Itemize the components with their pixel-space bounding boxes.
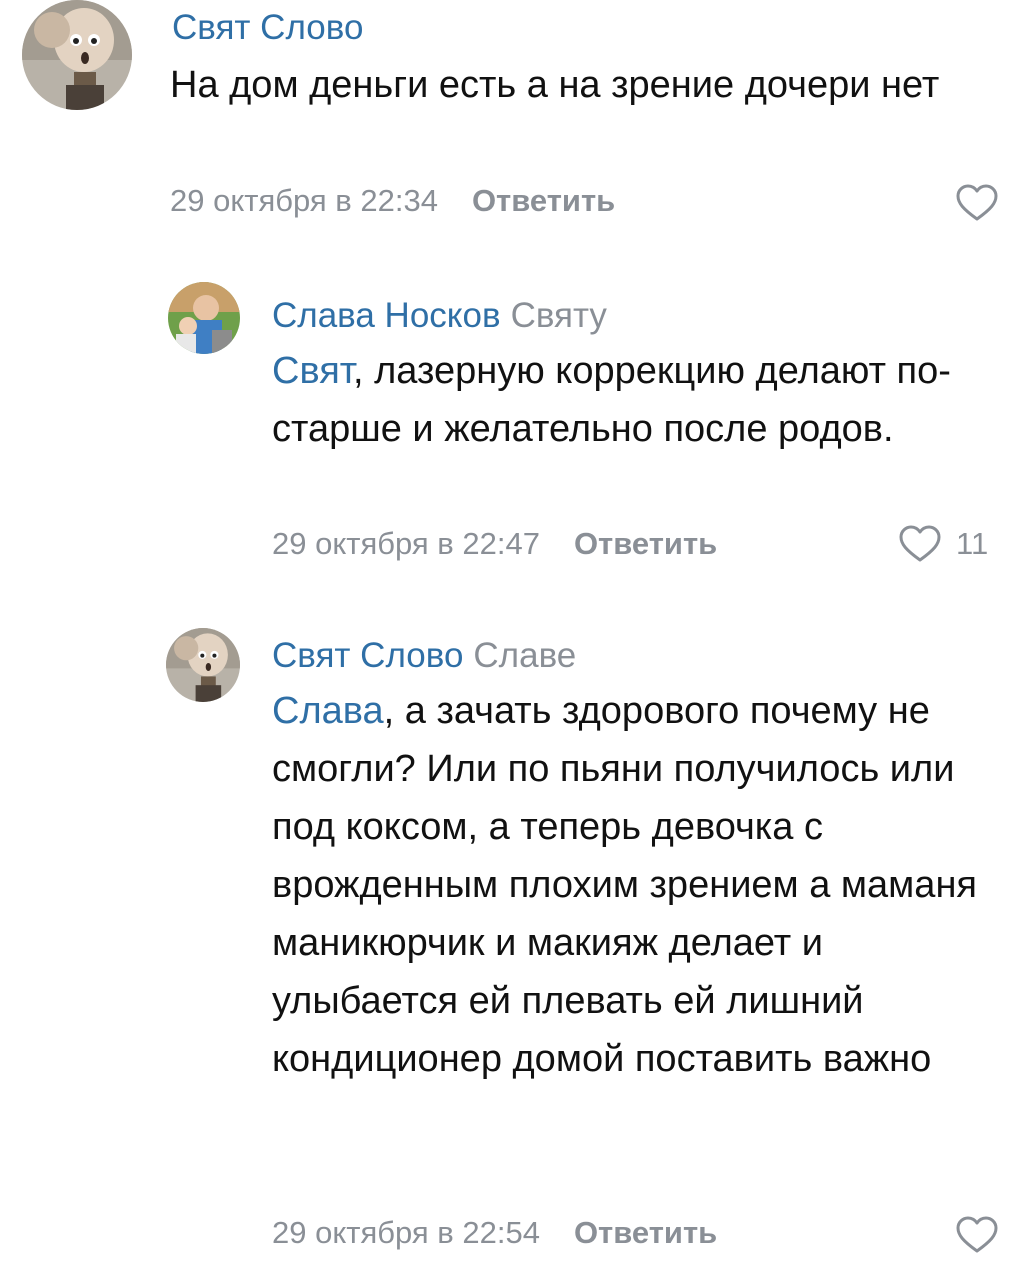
comment-meta: 29 октября в 22:54 Ответить [272,1215,717,1251]
like-button[interactable] [955,1215,999,1255]
like-button[interactable] [955,183,999,223]
comment-text: На дом деньги есть а на зрение дочери не… [170,56,1010,114]
reply-button[interactable]: Ответить [574,526,717,561]
comment-time: 29 октября в 22:54 [272,1215,540,1250]
author-name[interactable]: Слава Носков [272,296,501,335]
comment-3: Свят Слово Славе Слава, а зачать здоровог… [0,610,1026,1270]
comment-meta: 29 октября в 22:34 Ответить [170,183,615,219]
comment-text: Свят, лазерную коррекцию делают по-старш… [272,342,972,458]
author-name[interactable]: Свят Слово [272,636,463,675]
comment-body: , а зачать здорового почему не смогли? И… [272,690,978,1080]
comment-text: Слава, а зачать здорового почему не смог… [272,682,992,1088]
reply-to-label[interactable]: Святу [511,296,607,335]
comment-2: Слава Носков Святу Свят, лазерную коррекц… [0,270,1026,590]
mention-link[interactable]: Слава [272,690,384,732]
avatar[interactable] [168,282,240,354]
like-button[interactable]: 11 [898,524,988,564]
avatar-cartoon-icon [166,628,240,702]
avatar-photo-icon [168,282,240,354]
heart-outline-icon [956,1216,998,1253]
comment-author[interactable]: Свят Слово [172,8,363,48]
avatar[interactable] [22,0,132,110]
reply-button[interactable]: Ответить [472,183,615,218]
mention-link[interactable]: Свят [272,350,353,392]
comment-time: 29 октября в 22:47 [272,526,540,561]
comment-meta: 29 октября в 22:47 Ответить [272,526,717,562]
like-count: 11 [956,526,989,561]
comment-author: Слава Носков Святу [272,296,607,336]
comment-1: Свят Слово На дом деньги есть а на зрени… [0,0,1026,250]
heart-outline-icon [956,184,998,221]
comment-time: 29 октября в 22:34 [170,183,438,218]
comment-body: На дом деньги есть а на зрение дочери не… [170,64,940,106]
comment-author: Свят Слово Славе [272,636,576,676]
author-name[interactable]: Свят Слово [172,8,363,47]
reply-to-label[interactable]: Славе [473,636,576,675]
comment-body: , лазерную коррекцию делают по-старше и … [272,350,951,450]
avatar[interactable] [166,628,240,702]
avatar-cartoon-icon [22,0,132,110]
heart-outline-icon [899,525,941,562]
reply-button[interactable]: Ответить [574,1215,717,1250]
